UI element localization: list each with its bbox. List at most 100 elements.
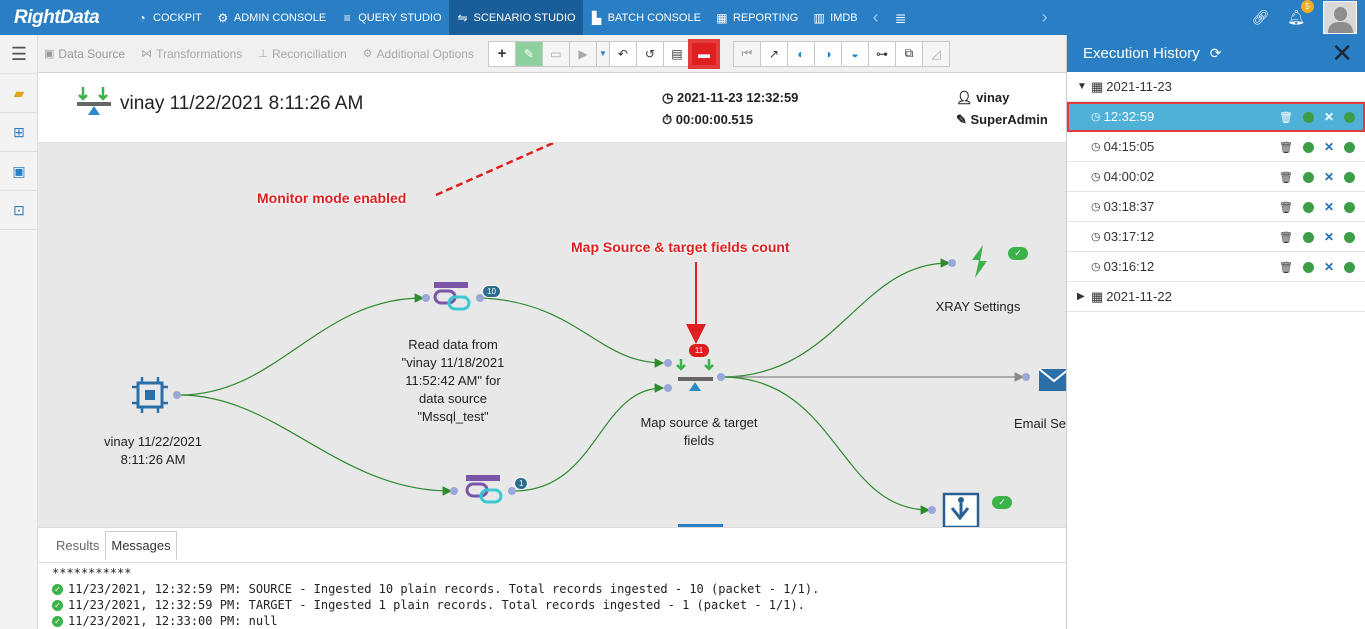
trash-icon[interactable]: 🗑︎ [1279, 201, 1293, 214]
toolbar-link-label: Additional Options [376, 46, 474, 61]
toolbar-additional-options[interactable]: ⚙ Additional Options [355, 47, 482, 61]
undo-icon[interactable]: ↶ [608, 40, 637, 67]
menu-toggle-icon[interactable]: ☰ [0, 35, 38, 74]
nav-item-scenario-studio[interactable]: ⇋ SCENARIO STUDIO [448, 0, 583, 35]
copy-icon[interactable]: ⧉ [894, 40, 923, 67]
status-green-icon [1344, 202, 1355, 213]
messages-panel: Results Messages *********** ✓ 11/23/2021… [38, 527, 1066, 629]
calendar-icon: ▦ [1091, 78, 1104, 94]
edit-icon[interactable]: ✎ [514, 40, 543, 67]
cancel-icon[interactable]: ✕ [1324, 231, 1334, 243]
tab-messages[interactable]: Messages [105, 531, 177, 560]
trash-icon[interactable]: 🗑︎ [1279, 141, 1293, 154]
close-icon[interactable]: ✕ [1331, 39, 1353, 67]
display-icon[interactable]: ▭ [541, 40, 570, 67]
history-run-time: 04:15:05 [1103, 139, 1155, 154]
history-run-row[interactable]: ◷ 04:00:02 🗑︎ ✕ [1067, 162, 1365, 192]
add-scenario-icon[interactable]: ⊞ [0, 113, 38, 152]
read-data-node-label: Read data from "vinay 11/18/2021 11:52:4… [401, 337, 505, 424]
jira-status-icon: ✓ [992, 496, 1012, 509]
history-date-group[interactable]: ▶ ▦ 2021-11-22 [1067, 282, 1365, 312]
map-node-icon[interactable] [676, 359, 714, 391]
nav-item-batch-console[interactable]: ▙ BATCH CONSOLE [583, 0, 708, 35]
source-node-label: vinay 11/22/2021 8:11:26 AM [103, 434, 203, 467]
nav-scroll-right-icon[interactable]: › [1034, 0, 1056, 35]
read-data-top-icon[interactable] [433, 282, 471, 311]
export-icon[interactable]: ↗ [759, 40, 788, 67]
cancel-icon[interactable]: ✕ [1324, 171, 1334, 183]
toolbar-reconciliation[interactable]: ⊥ Reconciliation [250, 47, 354, 61]
cancel-icon[interactable]: ✕ [1324, 141, 1334, 153]
xray-node-icon[interactable] [972, 245, 987, 278]
nav-item-query-studio[interactable]: ≡ QUERY STUDIO [333, 0, 448, 35]
jira-node-icon[interactable] [942, 492, 980, 527]
toolbar-link-label: Reconciliation [271, 46, 347, 61]
refresh-icon[interactable]: ⟳ [1210, 45, 1222, 62]
history-date-group[interactable]: ▼ ▦ 2021-11-23 [1067, 72, 1365, 102]
avatar[interactable] [1323, 1, 1357, 34]
scenario-canvas[interactable]: Monitor mode enabled Map Source & target… [38, 143, 1066, 527]
toolbar-data-source[interactable]: ▣ Data Source [38, 47, 133, 61]
history-run-time: 03:17:12 [1103, 229, 1155, 244]
venn-right-icon[interactable]: ◒ [840, 40, 869, 67]
history-run-row[interactable]: ◷ 04:15:05 🗑︎ ✕ [1067, 132, 1365, 162]
venn-left-icon[interactable]: ◐ [786, 40, 815, 67]
cockpit-icon: ◔ [138, 10, 146, 25]
play-dropdown-icon[interactable]: ▼ [595, 40, 610, 67]
first-page-icon[interactable]: ⏮ [732, 40, 761, 67]
run-role: SuperAdmin [970, 112, 1048, 127]
settings-view-icon[interactable]: ⊡ [0, 191, 38, 230]
add-icon[interactable]: + [487, 40, 516, 67]
folder-icon[interactable]: ▰ [0, 74, 38, 113]
caret-right-icon: ▶ [1077, 291, 1085, 302]
nav-item-label: QUERY STUDIO [358, 11, 442, 24]
nav-item-reporting[interactable]: ▦ REPORTING [708, 0, 805, 35]
run-timestamp: 2021-11-23 12:32:59 [676, 90, 799, 105]
cancel-icon[interactable]: ✕ [1324, 261, 1334, 273]
source-node-icon[interactable] [132, 377, 168, 413]
nav-item-cockpit[interactable]: ◔ COCKPIT [128, 0, 209, 35]
cancel-icon[interactable]: ✕ [1324, 111, 1334, 123]
success-icon: ✓ [52, 583, 63, 595]
row-actions: 🗑︎ ✕ [1279, 111, 1355, 124]
email-node-icon[interactable] [1038, 368, 1066, 391]
nav-item-admin-console[interactable]: ⚙ ADMIN CONSOLE [209, 0, 333, 35]
nav-item-label: SCENARIO STUDIO [473, 11, 576, 24]
split-icon[interactable]: ⊶ [867, 40, 896, 67]
read-data-bottom-icon[interactable] [465, 475, 503, 504]
bell-icon[interactable]: 🔔︎ 5 [1287, 0, 1314, 26]
trash-icon[interactable]: 🗑︎ [1279, 171, 1293, 184]
chart-icon[interactable]: ◿ [921, 40, 950, 67]
nav-item-imdb[interactable]: ▥ IMDB [805, 0, 865, 35]
cancel-icon[interactable]: ✕ [1324, 201, 1334, 213]
report-icon[interactable]: ▤ [662, 40, 691, 67]
history-icon[interactable]: ↺ [635, 40, 664, 67]
brand-logo[interactable]: RightData [0, 0, 128, 35]
toolbar-secondary: ⏮ ↗ ◐ ◑ ◒ ⊶ ⧉ ◿ [732, 40, 950, 67]
clock-icon: ◷ [1091, 141, 1101, 153]
play-icon[interactable]: ▶ [568, 40, 597, 67]
trash-icon[interactable]: 🗑︎ [1279, 231, 1293, 244]
nav-db-icon[interactable]: ≣ [887, 0, 919, 35]
read-top-count-badge: 10 [482, 285, 501, 298]
toolbar-link-label: Data Source [58, 46, 126, 61]
toolbar-transformations[interactable]: ⋈ Transformations [133, 47, 250, 61]
trash-icon[interactable]: 🗑︎ [1279, 111, 1293, 124]
chart-view-icon[interactable]: ▣ [0, 152, 38, 191]
nav-scroll-left-icon[interactable]: ‹ [865, 0, 887, 35]
message-line: ✓ 11/23/2021, 12:32:59 PM: TARGET - Inges… [52, 597, 819, 613]
status-green-icon [1302, 112, 1314, 123]
history-run-row[interactable]: ◷ 03:17:12 🗑︎ ✕ [1067, 222, 1365, 252]
status-green-icon [1302, 232, 1314, 243]
status-green-icon [1302, 202, 1314, 213]
trash-icon[interactable]: 🗑︎ [1279, 261, 1293, 274]
monitor-annotation: Monitor mode enabled [257, 190, 407, 206]
history-run-row[interactable]: ◷ 03:18:37 🗑︎ ✕ [1067, 192, 1365, 222]
history-run-row[interactable]: ◷ 03:16:12 🗑︎ ✕ [1067, 252, 1365, 282]
monitor-mode-button[interactable]: ▬ [687, 38, 720, 69]
run-title: vinay 11/22/2021 8:11:26 AM [120, 93, 364, 114]
history-run-row[interactable]: ◷ 12:32:59 🗑︎ ✕ [1067, 102, 1365, 132]
venn-both-icon[interactable]: ◑ [813, 40, 842, 67]
tab-results[interactable]: Results [50, 531, 105, 560]
link-icon[interactable]: 🔗︎ [1251, 9, 1269, 26]
